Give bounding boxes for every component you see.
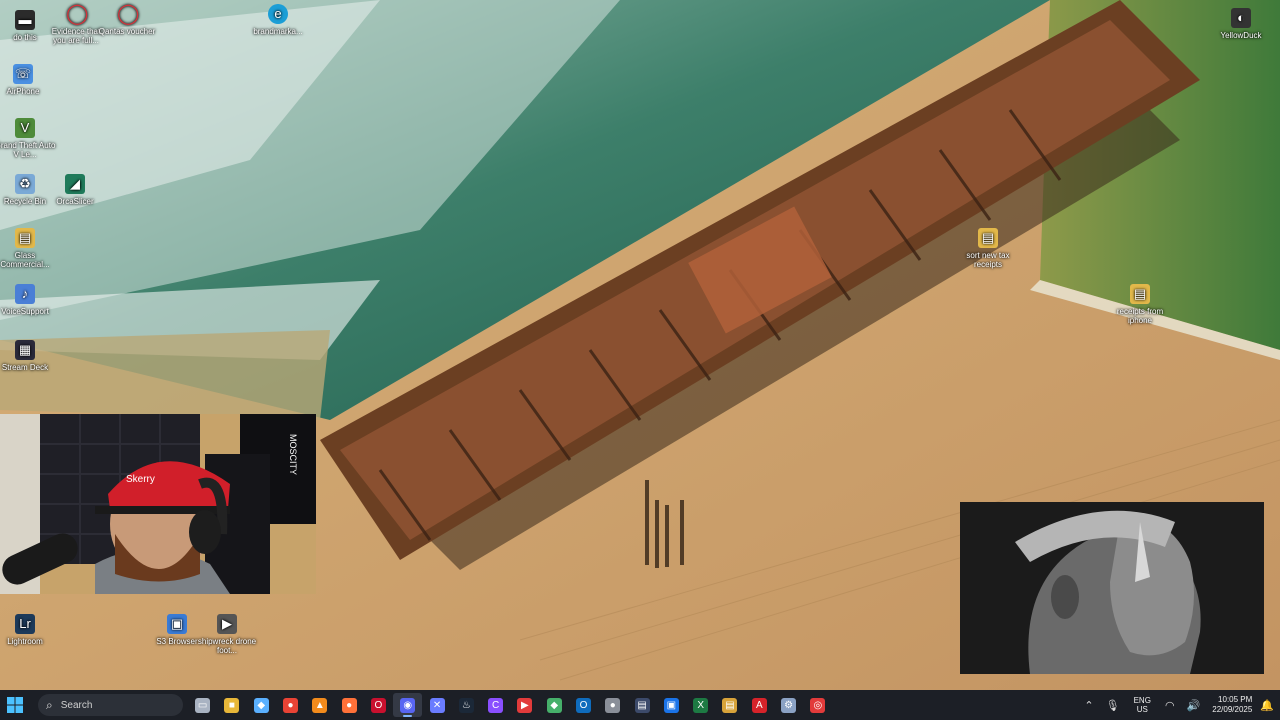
app-shield-icon: ◆ [546, 697, 562, 713]
clock[interactable]: 10:05 PM 22/09/2025 [1212, 695, 1252, 715]
video-file-icon: ▶ [217, 614, 237, 634]
folder-icon: ▤ [1130, 284, 1150, 304]
taskbar: ⌕ ▭ ■ ◆ ● ▲ ● O ◉ ✕ ♨ C ▶ ◆ O ● ▤ ▣ X ▤ A ⚙ ◎ ⌃ 🎙 ENG US ◠ 🔊 … [0, 690, 1280, 720]
vlc-icon: ▲ [312, 697, 328, 713]
app-red-circle-icon: ◎ [810, 697, 826, 713]
firefox-icon: ● [341, 697, 357, 713]
system-tray: ⌃ 🎙 ENG US ◠ 🔊 10:05 PM 22/09/2025 🔔 [1078, 690, 1280, 720]
taskbar-app-copilot[interactable]: ◆ [247, 693, 276, 717]
search-icon: ⌕ [46, 697, 53, 712]
portrait-image [960, 502, 1264, 674]
stream-deck-icon: ▦ [15, 340, 35, 360]
taskbar-app-app-files[interactable]: ▤ [715, 693, 744, 717]
settings-icon: ⚙ [781, 697, 797, 713]
language-indicator[interactable]: ENG US [1134, 696, 1151, 714]
taskbar-app-davinci[interactable]: ✕ [422, 693, 451, 717]
taskbar-app-opera[interactable]: O [364, 693, 393, 717]
chrome-icon: ● [283, 697, 299, 713]
desktop-icon-glass-commercial[interactable]: ▤ Glass Commercial... [0, 228, 56, 269]
portrait-overlay [960, 502, 1264, 674]
taskbar-app-app-purple[interactable]: C [481, 693, 510, 717]
steam-icon: ♨ [458, 697, 474, 713]
desktop-icon-receipts-from-iphone[interactable]: ▤ receipts from iphone [1109, 284, 1171, 325]
app-terminal-icon: ▤ [634, 697, 650, 713]
search-input[interactable] [58, 698, 173, 712]
taskbar-app-app-blue[interactable]: ▣ [657, 693, 686, 717]
taskbar-app-vlc[interactable]: ▲ [305, 693, 334, 717]
phone-app-icon: ☏ [13, 64, 33, 84]
opera-icon: ◯ [117, 3, 140, 25]
discord-icon: ◉ [400, 697, 416, 713]
app-gray-icon: ● [605, 697, 621, 713]
youtube-icon: ▶ [517, 697, 533, 713]
clock-date: 22/09/2025 [1212, 705, 1253, 714]
taskbar-app-app-terminal[interactable]: ▤ [627, 693, 656, 717]
desktop-icon-voicesupport[interactable]: ♪ VoiceSupport [0, 284, 56, 316]
volume-icon[interactable]: 🔊 [1187, 699, 1201, 712]
app-files-icon: ▤ [722, 697, 738, 713]
desktop-icon-shipwreck-drone-footage[interactable]: ▶ shipwreck drone foot... [196, 614, 258, 655]
banner-text: MOSCITY [288, 434, 298, 475]
taskbar-app-excel[interactable]: X [686, 693, 715, 717]
s3-browser-icon: ▣ [167, 614, 187, 634]
chevron-up-icon[interactable]: ⌃ [1084, 699, 1093, 712]
taskbar-app-file-explorer[interactable]: ■ [217, 693, 246, 717]
taskbar-search[interactable]: ⌕ [38, 694, 183, 716]
edge-icon: e [268, 4, 288, 24]
webcam-image: Skerry MOSCITY [0, 414, 316, 594]
taskbar-app-chrome[interactable]: ● [276, 693, 305, 717]
lightroom-icon: Lr [15, 614, 35, 634]
copilot-icon: ◆ [253, 697, 269, 713]
folder-icon: ▤ [978, 228, 998, 248]
taskbar-pinned-apps: ▭ ■ ◆ ● ▲ ● O ◉ ✕ ♨ C ▶ ◆ O ● ▤ ▣ X ▤ A ⚙ ◎ [188, 693, 833, 717]
wifi-icon[interactable]: ◠ [1165, 699, 1175, 712]
notification-bell-icon[interactable]: 🔔 [1260, 699, 1274, 712]
davinci-icon: ✕ [429, 697, 445, 713]
taskbar-app-app-gray[interactable]: ● [598, 693, 627, 717]
clock-time: 10:05 PM [1218, 695, 1253, 704]
desktop-icon-yellowduck[interactable]: ◐ YellowDuck [1210, 8, 1272, 40]
taskbar-app-settings[interactable]: ⚙ [774, 693, 803, 717]
taskbar-app-steam[interactable]: ♨ [452, 693, 481, 717]
opera-icon: O [370, 697, 386, 713]
orcaslicer-icon: ◢ [65, 174, 85, 194]
file-explorer-blank-icon: ▭ [195, 697, 211, 713]
excel-icon: X [693, 697, 709, 713]
taskbar-app-acrobat[interactable]: A [745, 693, 774, 717]
start-button[interactable] [0, 690, 30, 720]
desktop-icon-brandmarka[interactable]: e brandmarka... [247, 4, 309, 36]
desktop-icon-gta[interactable]: V Grand Theft Auto V Le... [0, 118, 56, 159]
windows-logo-icon [7, 697, 23, 713]
taskbar-app-outlook[interactable]: O [569, 693, 598, 717]
webcam-overlay: Skerry MOSCITY [0, 414, 316, 594]
folder-icon: ▤ [15, 228, 35, 248]
app-blue-icon: ▣ [663, 697, 679, 713]
document-icon: ▬ [15, 10, 35, 30]
taskbar-app-file-explorer-blank[interactable]: ▭ [188, 693, 217, 717]
desktop-icon-qantas-voucher[interactable]: ◯ Qantas voucher [96, 4, 158, 36]
taskbar-app-firefox[interactable]: ● [334, 693, 363, 717]
app-purple-icon: C [488, 697, 504, 713]
desktop-icon-lightroom[interactable]: Lr Lightroom [0, 614, 56, 646]
yellowduck-icon: ◐ [1231, 8, 1251, 28]
acrobat-icon: A [751, 697, 767, 713]
file-explorer-icon: ■ [224, 697, 240, 713]
desktop-icon-sort-new-tax-receipts[interactable]: ▤ sort new tax receipts [957, 228, 1019, 269]
outlook-icon: O [576, 697, 591, 713]
desktop-icon-airphone[interactable]: ☏ AirPhone [0, 64, 54, 96]
desktop-icon-stream-deck[interactable]: ▦ Stream Deck [0, 340, 56, 372]
desktop-icon-orcaslicer[interactable]: ◢ OrcaSlicer [44, 174, 106, 206]
taskbar-app-app-red-circle[interactable]: ◎ [803, 693, 832, 717]
taskbar-app-youtube[interactable]: ▶ [510, 693, 539, 717]
taskbar-app-discord[interactable]: ◉ [393, 693, 423, 717]
taskbar-app-app-shield[interactable]: ◆ [540, 693, 569, 717]
voice-icon: ♪ [15, 284, 35, 304]
opera-icon: ◯ [66, 3, 89, 25]
cap-text: Skerry [126, 474, 155, 485]
recycle-bin-icon: ♻ [15, 174, 35, 194]
microphone-icon[interactable]: 🎙 [1106, 699, 1120, 712]
game-icon: V [15, 118, 35, 138]
